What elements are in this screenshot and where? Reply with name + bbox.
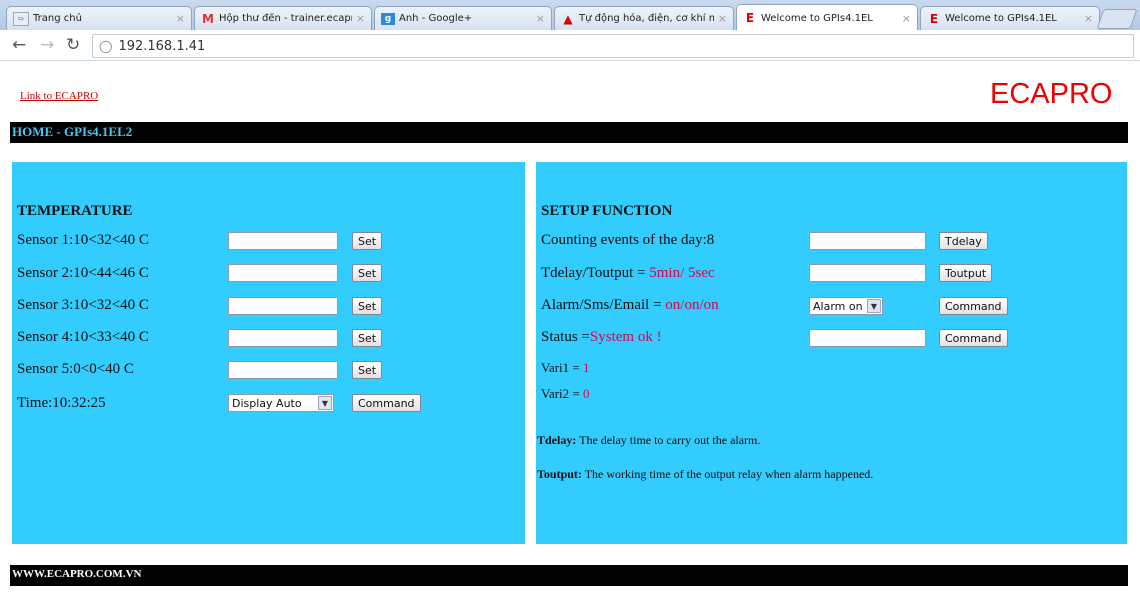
brand-logo: ECAPRO [990, 78, 1113, 110]
tdelay-note-text: The delay time to carry out the alarm. [576, 433, 761, 447]
time-label: Time:10:32:25 [17, 395, 106, 411]
alarm-select[interactable]: Alarm on ▼ [809, 297, 883, 315]
sensor-5-set-button[interactable]: Set [352, 361, 383, 379]
close-icon[interactable]: × [902, 12, 911, 25]
vari1-value: 1 [583, 360, 590, 375]
status-label: Status =System ok ! [541, 329, 662, 346]
tab-title: Tự động hóa, điện, cơ khí máy [579, 13, 714, 24]
vari2-label: Vari2 = 0 [541, 386, 590, 402]
tab-title: Hộp thư đến - trainer.ecapro [219, 13, 352, 24]
counting-events-label: Counting events of the day:8 [541, 232, 715, 248]
sensor-2-input[interactable] [228, 264, 338, 282]
vari2-value: 0 [583, 386, 590, 401]
forward-arrow-icon[interactable]: → [40, 35, 54, 55]
chevron-down-icon: ▼ [318, 396, 332, 410]
title-bar [10, 122, 1128, 143]
address-bar[interactable]: ◯ 192.168.1.41 [92, 34, 1134, 58]
close-icon[interactable]: × [536, 12, 545, 25]
alarm-sms-email-label: Alarm/Sms/Email = on/on/on [541, 297, 719, 314]
footer-bar [10, 565, 1128, 586]
footer-text: WWW.ECAPRO.COM.VN [12, 568, 142, 580]
warning-logo-icon: ▲ [563, 11, 573, 26]
alarm-select-value: Alarm on [813, 299, 863, 313]
display-mode-select[interactable]: Display Auto ▼ [228, 394, 334, 412]
reload-icon[interactable]: ↻ [66, 35, 80, 55]
vari1-caption: Vari1 = [541, 360, 583, 375]
display-mode-value: Display Auto [232, 396, 302, 410]
sensor-1-set-button[interactable]: Set [352, 232, 383, 250]
sensor-4-set-button[interactable]: Set [352, 329, 383, 347]
alarm-command-button[interactable]: Command [939, 297, 1008, 315]
toutput-note-key: Toutput: [537, 467, 582, 481]
sensor-3-set-button[interactable]: Set [352, 297, 383, 315]
back-arrow-icon[interactable]: ← [12, 35, 26, 55]
tdelay-input[interactable] [809, 232, 926, 250]
close-icon[interactable]: × [356, 12, 365, 25]
gmail-icon: M [202, 11, 214, 26]
display-command-button[interactable]: Command [352, 394, 421, 412]
sensor-5-label: Sensor 5:0<0<40 C [17, 361, 134, 377]
toutput-button[interactable]: Toutput [939, 264, 993, 282]
tab-tu-dong-hoa[interactable]: ▲ Tự động hóa, điện, cơ khí máy × [554, 6, 734, 30]
sensor-4-label: Sensor 4:10<33<40 C [17, 329, 149, 345]
tdelay-toutput-value: 5min/ 5sec [649, 265, 715, 281]
tab-google-plus[interactable]: g Ảnh - Google+ × [374, 6, 552, 30]
ecapro-favicon-icon: E [745, 11, 755, 25]
tab-title: Welcome to GPIs4.1EL [761, 12, 873, 24]
toutput-input[interactable] [809, 264, 926, 282]
status-command-button[interactable]: Command [939, 329, 1008, 347]
tab-welcome-active[interactable]: E Welcome to GPIs4.1EL × [736, 4, 918, 31]
google-plus-icon: g [381, 12, 395, 25]
sensor-2-set-button[interactable]: Set [352, 264, 383, 282]
tdelay-note: Tdelay: The delay time to carry out the … [537, 433, 760, 448]
tab-title: Welcome to GPIs4.1EL [945, 13, 1057, 24]
tab-title: Ảnh - Google+ [399, 13, 473, 24]
url-text: 192.168.1.41 [118, 38, 206, 54]
tab-trang-chu[interactable]: ▭ Trang chủ × [6, 6, 192, 30]
sensor-3-label: Sensor 3:10<32<40 C [17, 297, 149, 313]
sensor-5-input[interactable] [228, 361, 338, 379]
sensor-1-input[interactable] [228, 232, 338, 250]
close-icon[interactable]: × [176, 12, 185, 25]
tdelay-note-key: Tdelay: [537, 433, 577, 447]
close-icon[interactable]: × [718, 12, 727, 25]
alarm-sms-email-value: on/on/on [665, 297, 719, 313]
sensor-1-label: Sensor 1:10<32<40 C [17, 232, 149, 248]
chevron-down-icon: ▼ [867, 299, 881, 313]
tab-gmail[interactable]: M Hộp thư đến - trainer.ecapro × [194, 6, 372, 30]
status-input[interactable] [809, 329, 926, 347]
tab-title: Trang chủ [33, 13, 82, 24]
vari1-label: Vari1 = 1 [541, 360, 590, 376]
page-favicon-icon: ▭ [13, 11, 29, 26]
ecapro-favicon-icon: E [929, 11, 939, 26]
setup-heading: SETUP FUNCTION [541, 203, 673, 219]
vari2-caption: Vari2 = [541, 386, 583, 401]
status-caption: Status = [541, 329, 590, 345]
page-title: HOME - GPIs4.1EL2 [12, 124, 133, 139]
status-value: System ok ! [589, 329, 662, 345]
close-icon[interactable]: × [1084, 12, 1093, 25]
tdelay-toutput-label: Tdelay/Toutput = 5min/ 5sec [541, 265, 715, 282]
tdelay-toutput-caption: Tdelay/Toutput = [541, 265, 650, 281]
temperature-heading: TEMPERATURE [17, 203, 133, 219]
toutput-note: Toutput: The working time of the output … [537, 467, 873, 482]
tab-welcome[interactable]: E Welcome to GPIs4.1EL × [920, 6, 1100, 30]
ecapro-link[interactable]: Link to ECAPRO [20, 90, 98, 102]
sensor-2-label: Sensor 2:10<44<46 C [17, 265, 149, 281]
alarm-sms-email-caption: Alarm/Sms/Email = [541, 297, 666, 313]
toutput-note-text: The working time of the output relay whe… [581, 467, 874, 481]
tdelay-button[interactable]: Tdelay [939, 232, 988, 250]
page-info-icon: ◯ [99, 39, 113, 53]
sensor-3-input[interactable] [228, 297, 338, 315]
sensor-4-input[interactable] [228, 329, 338, 347]
new-tab-button[interactable] [1096, 9, 1138, 29]
